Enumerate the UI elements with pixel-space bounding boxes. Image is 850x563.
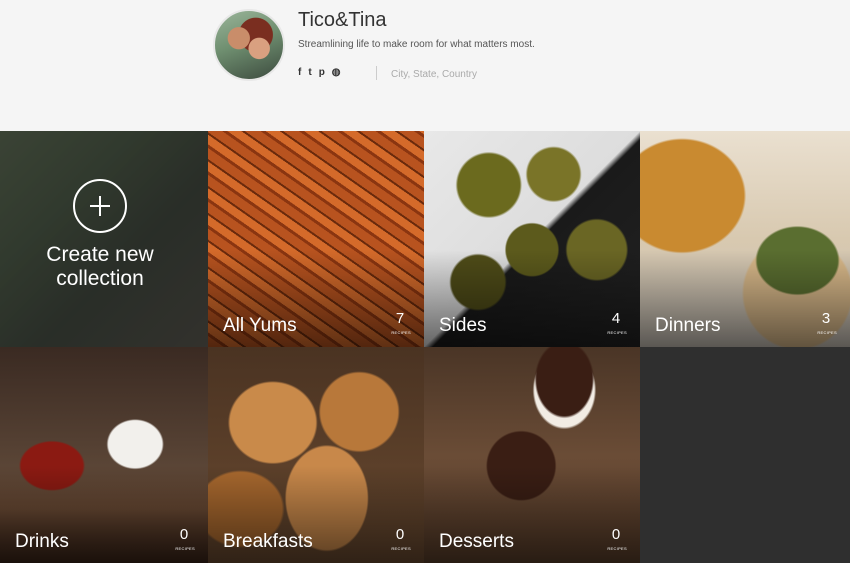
recipe-count: 0: [395, 526, 405, 543]
profile-tagline: Streamlining life to make room for what …: [298, 39, 535, 50]
facebook-icon[interactable]: f: [298, 67, 301, 79]
recipe-count-unit: recipes: [391, 330, 411, 335]
profile-name: Tico&Tina: [298, 9, 387, 31]
collection-name: Sides: [439, 315, 487, 336]
collection-name: Breakfasts: [223, 531, 313, 552]
collection-name: Desserts: [439, 531, 514, 552]
recipe-count: 3: [821, 310, 831, 327]
social-links: f t p ◍: [298, 67, 341, 79]
recipe-count-unit: recipes: [607, 546, 627, 551]
globe-icon[interactable]: ◍: [332, 67, 341, 79]
collections-grid: Create new collection All Yums 7 recipes…: [0, 131, 850, 563]
recipe-count: 0: [179, 526, 189, 543]
recipe-count-unit: recipes: [391, 546, 411, 551]
empty-grid-cell: [640, 347, 850, 563]
collection-tile-desserts[interactable]: Desserts 0 recipes: [424, 347, 640, 563]
collection-tile-breakfasts[interactable]: Breakfasts 0 recipes: [208, 347, 424, 563]
plus-circle-icon: [73, 179, 127, 233]
tile-overlay: [0, 131, 208, 347]
collection-name: All Yums: [223, 315, 297, 336]
recipe-count-unit: recipes: [175, 546, 195, 551]
profile-location: City, State, Country: [391, 69, 477, 80]
profile-header: Tico&Tina Streamlining life to make room…: [0, 0, 850, 131]
twitter-icon[interactable]: t: [308, 67, 311, 79]
collection-tile-all-yums[interactable]: All Yums 7 recipes: [208, 131, 424, 347]
collection-name: Dinners: [655, 315, 721, 336]
recipe-count: 4: [611, 310, 621, 327]
recipe-count: 0: [611, 526, 621, 543]
collection-tile-sides[interactable]: Sides 4 recipes: [424, 131, 640, 347]
divider: [376, 66, 377, 80]
create-collection-tile[interactable]: Create new collection: [0, 131, 208, 347]
create-collection-label: Create new collection: [46, 243, 154, 290]
collection-name: Drinks: [15, 531, 69, 552]
pinterest-icon[interactable]: p: [319, 67, 325, 79]
recipe-count: 7: [395, 310, 405, 327]
collection-tile-drinks[interactable]: Drinks 0 recipes: [0, 347, 208, 563]
collection-tile-dinners[interactable]: Dinners 3 recipes: [640, 131, 850, 347]
recipe-count-unit: recipes: [607, 330, 627, 335]
recipe-count-unit: recipes: [817, 330, 837, 335]
avatar[interactable]: [213, 9, 285, 81]
